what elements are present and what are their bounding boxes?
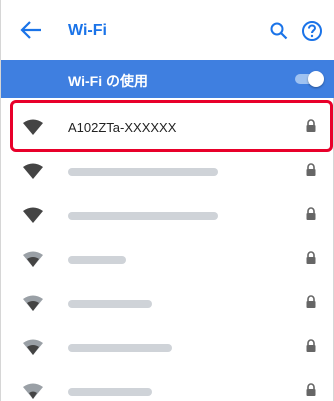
- wifi-signal-icon: [23, 295, 43, 311]
- network-row[interactable]: [1, 326, 334, 370]
- network-row[interactable]: [1, 282, 334, 326]
- network-row[interactable]: [1, 150, 334, 194]
- lock-icon: [306, 295, 316, 308]
- network-ssid-obscured: [68, 388, 152, 396]
- wifi-toggle[interactable]: [293, 71, 324, 87]
- network-ssid-obscured: [68, 256, 126, 264]
- lock-icon: [306, 339, 316, 352]
- wifi-master-switch-row[interactable]: Wi-Fi の使用: [1, 60, 334, 98]
- wifi-signal-icon: [23, 207, 43, 223]
- network-row[interactable]: [1, 370, 334, 401]
- highlight-frame: [10, 100, 333, 152]
- wifi-signal-icon: [23, 163, 43, 179]
- wifi-settings-screen: Wi-Fi Wi-Fi の使用 A102ZTa-XXXXXX: [0, 0, 334, 401]
- app-bar: Wi-Fi: [1, 0, 334, 60]
- lock-icon: [306, 251, 316, 264]
- network-ssid-obscured: [68, 212, 218, 220]
- help-icon[interactable]: [301, 20, 323, 42]
- network-row[interactable]: [1, 194, 334, 238]
- lock-icon: [306, 163, 316, 176]
- network-ssid-obscured: [68, 344, 172, 352]
- page-title: Wi-Fi: [68, 22, 107, 39]
- lock-icon: [306, 383, 316, 396]
- lock-icon: [306, 207, 316, 220]
- network-ssid-obscured: [68, 168, 218, 176]
- back-arrow-icon[interactable]: [19, 19, 43, 41]
- network-ssid-obscured: [68, 300, 152, 308]
- network-row[interactable]: [1, 238, 334, 282]
- search-icon[interactable]: [269, 21, 289, 41]
- wifi-signal-icon: [23, 251, 43, 267]
- toggle-thumb: [308, 71, 324, 87]
- wifi-signal-icon: [23, 383, 43, 399]
- wifi-master-label: Wi-Fi の使用: [68, 73, 148, 89]
- wifi-signal-icon: [23, 339, 43, 355]
